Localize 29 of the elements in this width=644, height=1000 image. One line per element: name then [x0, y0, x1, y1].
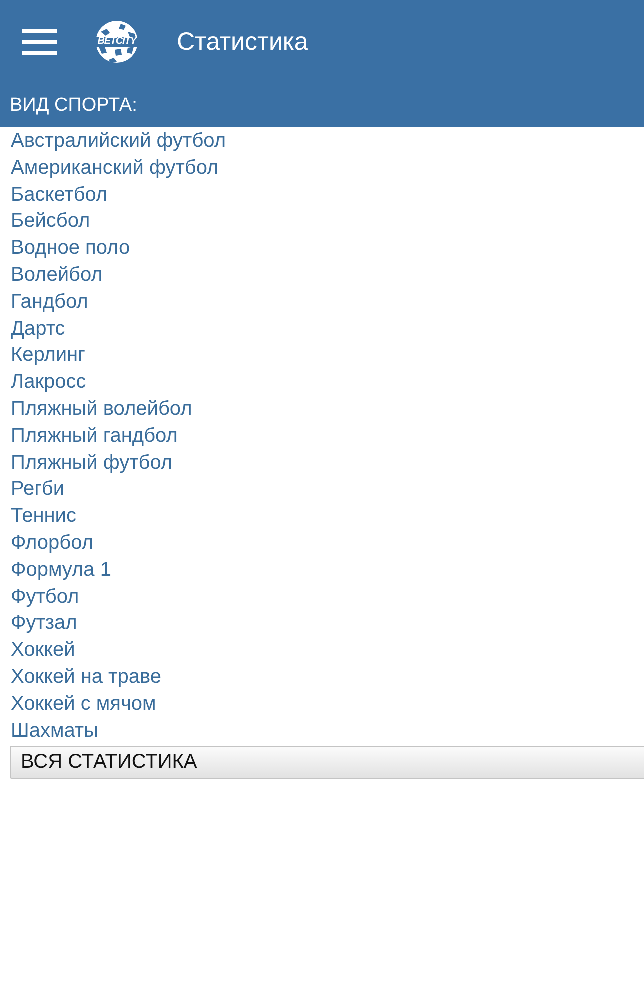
sport-link[interactable]: Хоккей с мячом [11, 690, 156, 718]
sport-link[interactable]: Футбол [11, 584, 80, 610]
sport-link[interactable]: Шахматы [11, 718, 98, 744]
sport-link[interactable]: Хоккей [11, 637, 76, 664]
menu-icon[interactable] [22, 29, 57, 55]
sport-link[interactable]: Теннис [11, 503, 76, 530]
sport-link[interactable]: Флорбол [11, 530, 94, 557]
sport-link[interactable]: Дартс [11, 316, 66, 342]
logo-text: BETCITY [96, 35, 138, 49]
all-stats-button[interactable]: ВСЯ СТАТИСТИКА [10, 746, 644, 780]
sport-link[interactable]: Хоккей на траве [11, 664, 162, 691]
sport-link[interactable]: Американский футбол [11, 154, 219, 182]
sport-link[interactable]: Гандбол [11, 288, 88, 316]
globe-icon [95, 20, 139, 64]
section-heading: ВИД СПОРТА: [10, 94, 138, 116]
sport-link[interactable]: Баскетбол [11, 182, 108, 208]
sport-link[interactable]: Формула 1 [11, 556, 112, 584]
sport-link[interactable]: Регби [11, 476, 65, 504]
sport-link[interactable]: Австралийский футбол [11, 128, 226, 155]
sport-link[interactable]: Пляжный гандбол [11, 422, 178, 450]
sport-link[interactable]: Пляжный волейбол [11, 396, 192, 423]
sport-link[interactable]: Бейсбол [11, 208, 90, 236]
screen-title: Статистика [177, 28, 308, 56]
sport-link[interactable]: Водное поло [11, 235, 130, 262]
sport-link[interactable]: Пляжный футбол [11, 450, 173, 476]
sport-link[interactable]: Футзал [11, 610, 78, 638]
sport-link[interactable]: Керлинг [11, 342, 86, 370]
sport-link[interactable]: Лакросс [11, 369, 86, 396]
sport-link[interactable]: Волейбол [11, 262, 103, 289]
